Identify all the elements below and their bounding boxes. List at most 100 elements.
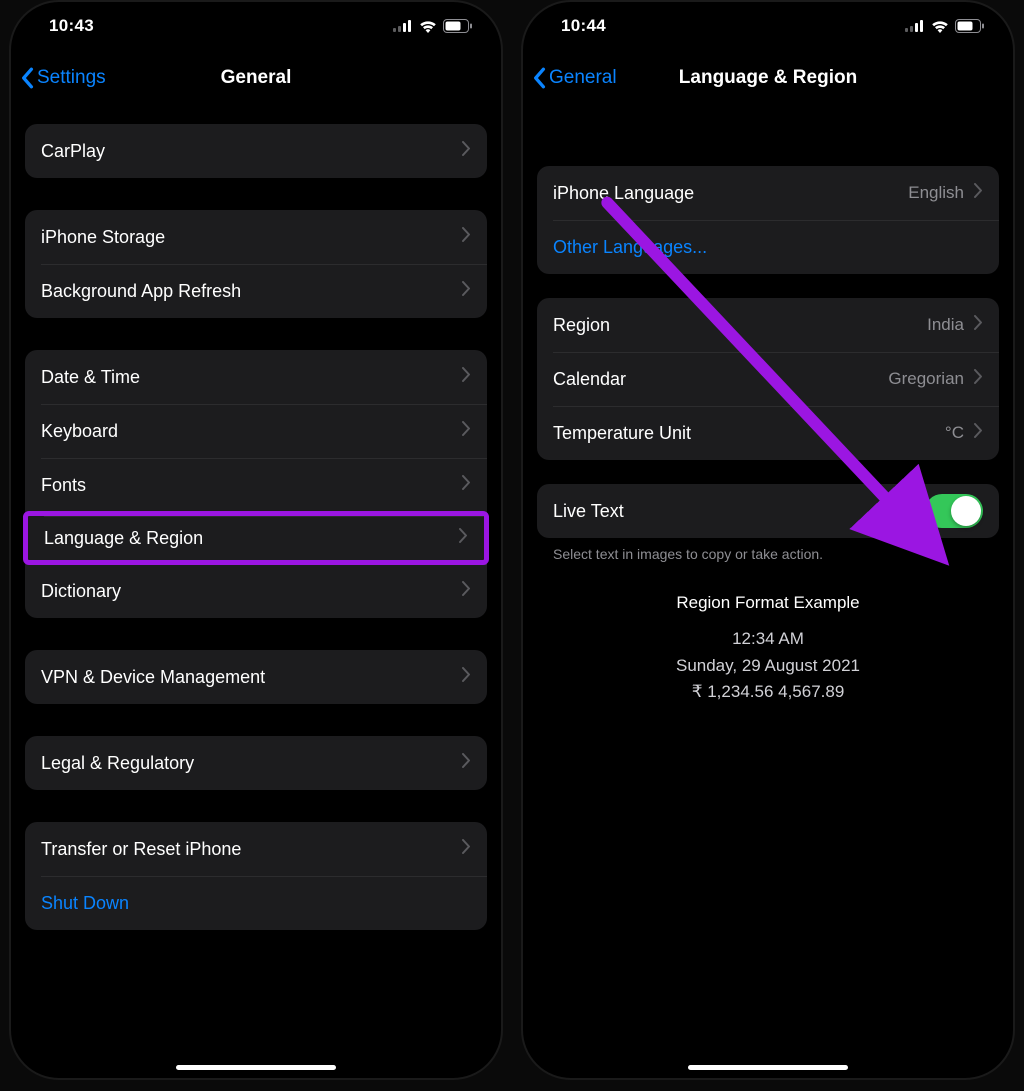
cell-fonts[interactable]: Fonts [25, 458, 487, 512]
cell-value: °C [945, 423, 964, 443]
phone-left: 10:43 Settings General CarPlay iPhone St… [9, 0, 503, 1080]
chevron-right-icon [462, 475, 471, 495]
cell-label: Language & Region [44, 528, 203, 549]
cell-label: Background App Refresh [41, 281, 241, 302]
cell-label: Shut Down [41, 893, 129, 914]
cell-label: Live Text [553, 501, 624, 522]
settings-group: VPN & Device Management [25, 650, 487, 704]
chevron-right-icon [462, 367, 471, 387]
page-title: General [221, 67, 292, 89]
nav-bar: General Language & Region [523, 50, 1013, 106]
status-icons [393, 19, 473, 33]
cell-iphone-language[interactable]: iPhone Language English [537, 166, 999, 220]
cell-label: CarPlay [41, 141, 105, 162]
page-title: Language & Region [679, 67, 857, 89]
live-text-footer: Select text in images to copy or take ac… [537, 538, 999, 562]
cell-label: Calendar [553, 369, 626, 390]
chevron-right-icon [974, 183, 983, 203]
status-time: 10:43 [49, 16, 94, 36]
status-bar: 10:43 [11, 2, 501, 50]
cell-date-time[interactable]: Date & Time [25, 350, 487, 404]
cell-vpn-device-management[interactable]: VPN & Device Management [25, 650, 487, 704]
chevron-right-icon [974, 315, 983, 335]
status-bar: 10:44 [523, 2, 1013, 50]
back-button[interactable]: General [531, 67, 617, 89]
battery-icon [955, 19, 985, 33]
chevron-right-icon [974, 369, 983, 389]
cell-signal-icon [393, 20, 413, 32]
cell-label: iPhone Language [553, 183, 694, 204]
chevron-right-icon [974, 423, 983, 443]
wifi-icon [419, 20, 437, 33]
cell-keyboard[interactable]: Keyboard [25, 404, 487, 458]
cell-label: iPhone Storage [41, 227, 165, 248]
cell-label: Date & Time [41, 367, 140, 388]
nav-bar: Settings General [11, 50, 501, 106]
cell-live-text[interactable]: Live Text [537, 484, 999, 538]
back-label: General [549, 67, 617, 89]
home-indicator-icon [176, 1065, 336, 1070]
cell-legal-regulatory[interactable]: Legal & Regulatory [25, 736, 487, 790]
cell-carplay[interactable]: CarPlay [25, 124, 487, 178]
example-time: 12:34 AM [537, 626, 999, 652]
cell-label: Legal & Regulatory [41, 753, 194, 774]
status-time: 10:44 [561, 16, 606, 36]
toggle-knob-icon [951, 496, 981, 526]
chevron-right-icon [462, 667, 471, 687]
cell-signal-icon [905, 20, 925, 32]
chevron-right-icon [462, 421, 471, 441]
chevron-right-icon [462, 753, 471, 773]
settings-group: Legal & Regulatory [25, 736, 487, 790]
chevron-right-icon [462, 839, 471, 859]
example-numbers: ₹ 1,234.56 4,567.89 [537, 679, 999, 705]
chevron-right-icon [462, 581, 471, 601]
wifi-icon [931, 20, 949, 33]
back-button[interactable]: Settings [19, 67, 106, 89]
settings-group: Transfer or Reset iPhone Shut Down [25, 822, 487, 930]
cell-calendar[interactable]: Calendar Gregorian [537, 352, 999, 406]
region-group: Region India Calendar Gregorian Temperat… [537, 298, 999, 460]
phone-right: 10:44 General Language & Region iPhone L… [521, 0, 1015, 1080]
example-header: Region Format Example [537, 590, 999, 616]
chevron-right-icon [462, 281, 471, 301]
example-date: Sunday, 29 August 2021 [537, 653, 999, 679]
language-group: iPhone Language English Other Languages.… [537, 166, 999, 274]
chevron-right-icon [462, 141, 471, 161]
live-text-group: Live Text [537, 484, 999, 538]
settings-group: iPhone Storage Background App Refresh [25, 210, 487, 318]
region-format-example: Region Format Example 12:34 AM Sunday, 2… [537, 590, 999, 705]
back-label: Settings [37, 67, 106, 89]
home-indicator-icon [688, 1065, 848, 1070]
cell-temperature[interactable]: Temperature Unit °C [537, 406, 999, 460]
cell-region[interactable]: Region India [537, 298, 999, 352]
battery-icon [443, 19, 473, 33]
cell-label: Region [553, 315, 610, 336]
settings-group: Date & Time Keyboard Fonts Language & Re… [25, 350, 487, 618]
cell-language-region[interactable]: Language & Region [23, 511, 489, 565]
cell-label: Dictionary [41, 581, 121, 602]
content: iPhone Language English Other Languages.… [523, 106, 1013, 705]
cell-label: VPN & Device Management [41, 667, 265, 688]
cell-label: Other Languages... [553, 237, 707, 258]
cell-background-app-refresh[interactable]: Background App Refresh [25, 264, 487, 318]
cell-dictionary[interactable]: Dictionary [25, 564, 487, 618]
chevron-right-icon [459, 528, 468, 548]
cell-label: Transfer or Reset iPhone [41, 839, 241, 860]
chevron-left-icon [531, 67, 547, 89]
live-text-toggle[interactable] [925, 494, 983, 528]
chevron-left-icon [19, 67, 35, 89]
cell-value: India [927, 315, 964, 335]
settings-group: CarPlay [25, 124, 487, 178]
cell-iphone-storage[interactable]: iPhone Storage [25, 210, 487, 264]
cell-label: Keyboard [41, 421, 118, 442]
cell-transfer-reset[interactable]: Transfer or Reset iPhone [25, 822, 487, 876]
content: CarPlay iPhone Storage Background App Re… [11, 106, 501, 930]
chevron-right-icon [462, 227, 471, 247]
cell-other-languages[interactable]: Other Languages... [537, 220, 999, 274]
cell-label: Temperature Unit [553, 423, 691, 444]
status-icons [905, 19, 985, 33]
cell-value: English [908, 183, 964, 203]
cell-label: Fonts [41, 475, 86, 496]
cell-value: Gregorian [888, 369, 964, 389]
cell-shut-down[interactable]: Shut Down [25, 876, 487, 930]
